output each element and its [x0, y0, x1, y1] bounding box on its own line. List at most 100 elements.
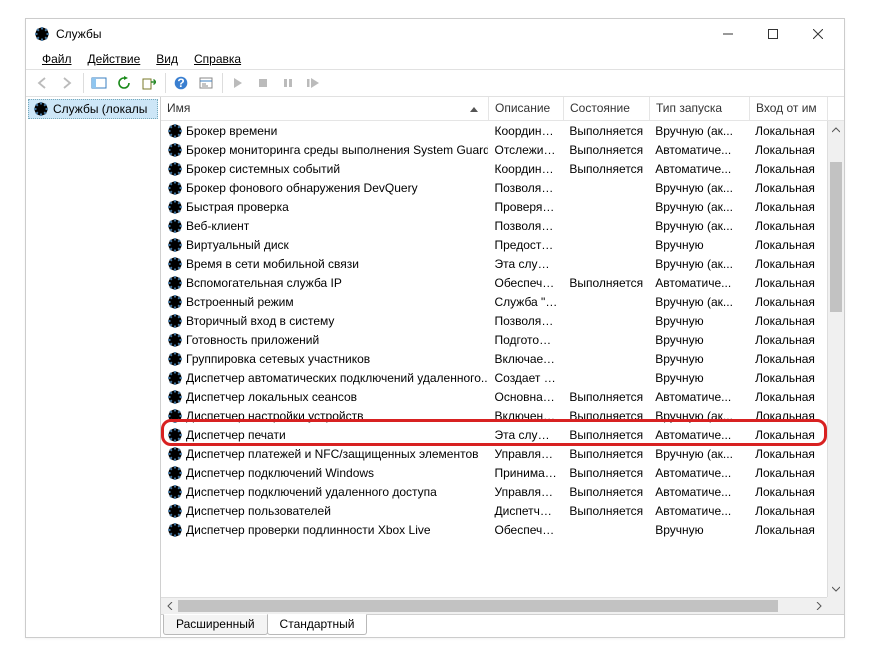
column-description[interactable]: Описание — [489, 97, 564, 120]
service-startup: Вручную — [649, 522, 749, 538]
back-button[interactable] — [30, 71, 54, 95]
service-row[interactable]: Группировка сетевых участниковВключает .… — [161, 349, 827, 368]
service-logon: Локальная — [749, 446, 827, 462]
service-state: Выполняется — [563, 446, 649, 462]
tab-standard[interactable]: Стандартный — [267, 614, 368, 635]
service-state — [563, 187, 649, 189]
service-row[interactable]: Диспетчер платежей и NFC/защищенных элем… — [161, 444, 827, 463]
service-name: Готовность приложений — [186, 333, 319, 347]
scroll-up-button[interactable] — [828, 121, 844, 138]
help-button[interactable]: ? — [169, 71, 193, 95]
service-row[interactable]: Брокер системных событийКоордини...Выпол… — [161, 159, 827, 178]
service-row[interactable]: Брокер фонового обнаружения DevQueryПозв… — [161, 178, 827, 197]
service-name: Брокер мониторинга среды выполнения Syst… — [186, 143, 488, 157]
service-row[interactable]: Диспетчер печатиЭта служб...ВыполняетсяА… — [161, 425, 827, 444]
service-row[interactable]: Диспетчер локальных сеансовОсновная ...В… — [161, 387, 827, 406]
tab-extended[interactable]: Расширенный — [163, 614, 268, 635]
menu-view[interactable]: Вид — [148, 51, 186, 67]
service-startup: Автоматиче... — [649, 161, 749, 177]
column-state[interactable]: Состояние — [564, 97, 650, 120]
maximize-button[interactable] — [750, 19, 795, 49]
service-desc: Проверяет... — [488, 199, 563, 215]
menu-action[interactable]: Действие — [80, 51, 149, 67]
service-row[interactable]: Быстрая проверкаПроверяет...Вручную (ак.… — [161, 197, 827, 216]
service-name: Диспетчер пользователей — [186, 504, 331, 518]
scroll-right-button[interactable] — [810, 598, 827, 614]
service-startup: Автоматиче... — [649, 465, 749, 481]
menu-file[interactable]: Файл — [34, 51, 80, 67]
menubar: Файл Действие Вид Справка — [26, 49, 844, 69]
service-row[interactable]: Диспетчер подключений удаленного доступа… — [161, 482, 827, 501]
service-state — [563, 244, 649, 246]
service-desc: Принимае... — [488, 465, 563, 481]
column-name[interactable]: Имя — [161, 97, 489, 120]
service-logon: Локальная — [749, 218, 827, 234]
service-name: Виртуальный диск — [186, 238, 289, 252]
close-button[interactable] — [795, 19, 840, 49]
service-logon: Локальная — [749, 180, 827, 196]
vertical-scrollbar[interactable] — [827, 121, 844, 597]
service-row[interactable]: Диспетчер автоматических подключений уда… — [161, 368, 827, 387]
scroll-left-button[interactable] — [161, 598, 178, 614]
service-startup: Автоматиче... — [649, 389, 749, 405]
service-name: Вспомогательная служба IP — [186, 276, 342, 290]
service-row[interactable]: Диспетчер проверки подлинности Xbox Live… — [161, 520, 827, 539]
scroll-thumb[interactable] — [830, 162, 842, 312]
export-button[interactable] — [137, 71, 161, 95]
service-startup: Вручную — [649, 351, 749, 367]
service-state — [563, 377, 649, 379]
service-state: Выполняется — [563, 161, 649, 177]
gear-icon — [167, 332, 183, 348]
service-desc: Создает п... — [488, 370, 563, 386]
nav-item-services-local[interactable]: Службы (локалы — [28, 99, 158, 119]
service-logon: Локальная — [749, 313, 827, 329]
pause-service-button[interactable] — [276, 71, 300, 95]
service-row[interactable]: Готовность приложенийПодготовк...Вручную… — [161, 330, 827, 349]
service-startup: Вручную — [649, 370, 749, 386]
service-row[interactable]: Диспетчер подключений WindowsПринимае...… — [161, 463, 827, 482]
service-state: Выполняется — [563, 465, 649, 481]
service-row[interactable]: Брокер мониторинга среды выполнения Syst… — [161, 140, 827, 159]
service-state — [563, 358, 649, 360]
column-startup[interactable]: Тип запуска — [650, 97, 750, 120]
show-hide-tree-button[interactable] — [87, 71, 111, 95]
gear-icon — [167, 275, 183, 291]
menu-help[interactable]: Справка — [186, 51, 249, 67]
stop-service-button[interactable] — [251, 71, 275, 95]
column-header: Имя Описание Состояние Тип запуска Вход … — [161, 97, 844, 121]
service-logon: Локальная — [749, 503, 827, 519]
properties-button[interactable] — [194, 71, 218, 95]
start-service-button[interactable] — [226, 71, 250, 95]
service-row[interactable]: Виртуальный дискПредостав...ВручнуюЛокал… — [161, 235, 827, 254]
service-row[interactable]: Вспомогательная служба IPОбеспечи...Выпо… — [161, 273, 827, 292]
service-name: Диспетчер локальных сеансов — [186, 390, 357, 404]
service-desc: Позволяет... — [488, 313, 563, 329]
service-startup: Вручную (ак... — [649, 180, 749, 196]
horizontal-scrollbar[interactable] — [161, 597, 827, 614]
service-row[interactable]: Вторичный вход в системуПозволяет...Вруч… — [161, 311, 827, 330]
hscroll-thumb[interactable] — [178, 600, 778, 612]
gear-icon — [167, 522, 183, 538]
service-row[interactable]: Время в сети мобильной связиЭта служб...… — [161, 254, 827, 273]
minimize-button[interactable] — [705, 19, 750, 49]
service-startup: Вручную (ак... — [649, 294, 749, 310]
service-logon: Локальная — [749, 123, 827, 139]
forward-button[interactable] — [55, 71, 79, 95]
service-row[interactable]: Диспетчер пользователейДиспетчер...Выпол… — [161, 501, 827, 520]
service-name: Диспетчер печати — [186, 428, 286, 442]
titlebar[interactable]: Службы — [26, 19, 844, 49]
service-state — [563, 320, 649, 322]
service-name: Брокер фонового обнаружения DevQuery — [186, 181, 418, 195]
service-row[interactable]: Веб-клиентПозволяет...Вручную (ак...Лока… — [161, 216, 827, 235]
service-row[interactable]: Брокер времениКоордини...ВыполняетсяВруч… — [161, 121, 827, 140]
scroll-down-button[interactable] — [828, 580, 844, 597]
service-startup: Вручную (ак... — [649, 199, 749, 215]
restart-service-button[interactable] — [301, 71, 325, 95]
refresh-button[interactable] — [112, 71, 136, 95]
service-state: Выполняется — [563, 275, 649, 291]
service-row[interactable]: Диспетчер настройки устройствВключени...… — [161, 406, 827, 425]
service-row[interactable]: Встроенный режимСлужба "В...Вручную (ак.… — [161, 292, 827, 311]
service-state — [563, 225, 649, 227]
column-logon[interactable]: Вход от им — [750, 97, 828, 120]
service-name: Время в сети мобильной связи — [186, 257, 359, 271]
